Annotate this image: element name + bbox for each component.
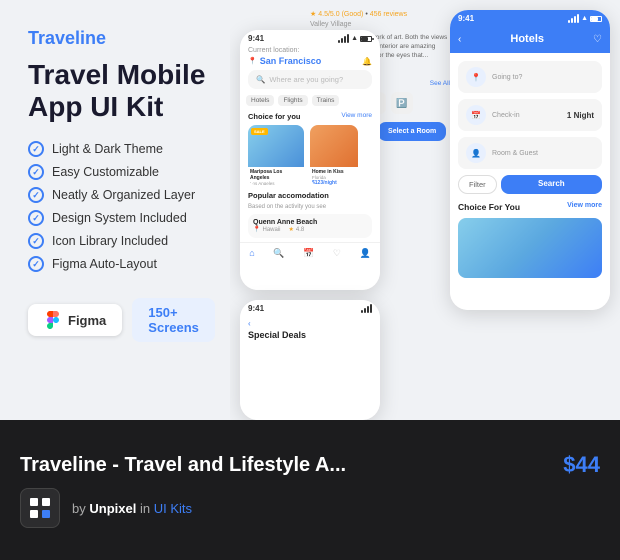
room-icon: 👤 xyxy=(466,143,486,163)
checkin-icon: 📅 xyxy=(466,105,486,125)
p1-pop-loc: 📍 Hawaii ★ 4.8 xyxy=(253,226,367,233)
p2-header: ‹ Hotels ♡ xyxy=(450,25,610,53)
info-rating: ★ 4.5/5.0 (Good) • 456 reviews xyxy=(310,10,450,18)
nav-profile-icon[interactable]: 👤 xyxy=(359,248,370,259)
select-room-button[interactable]: Select a Room xyxy=(378,122,446,141)
check-icon-2 xyxy=(28,164,44,180)
p2-room-guest[interactable]: 👤 Room & Guest xyxy=(458,137,602,169)
phone-3: 9:41 ‹ Special Deals xyxy=(240,300,380,420)
p1-popular-sub: Based on the activity you see xyxy=(240,204,380,214)
p1-popular-title: Popular accomodation xyxy=(240,191,380,204)
p1-card-1[interactable]: SALE Mariposa Los Angeles Los Angeles $3… xyxy=(248,125,304,185)
p1-card-2-price: $123/night xyxy=(312,180,356,185)
search-button[interactable]: Search xyxy=(501,175,602,194)
brand-name: Traveline xyxy=(28,28,206,49)
phone-1: 9:41 ▲ Current location: xyxy=(240,30,380,290)
product-price: $44 xyxy=(563,452,600,478)
bottom-author-row: by Unpixel in UI Kits xyxy=(20,488,600,528)
p3-content: ‹ Special Deals xyxy=(240,315,380,344)
features-list: Light & Dark Theme Easy Customizable Nea… xyxy=(28,141,206,272)
going-icon: 📍 xyxy=(466,67,486,87)
phone-2-status-bar: 9:41 ▲ xyxy=(450,10,610,25)
phone-2-screen: 9:41 ▲ ‹ xyxy=(450,10,610,310)
nav-home-icon[interactable]: ⌂ xyxy=(249,248,254,259)
product-title: Traveline - Travel and Lifestyle A... xyxy=(20,454,346,477)
p3-back-button[interactable]: ‹ xyxy=(248,319,372,328)
p1-tab-hotels[interactable]: Hotels xyxy=(246,95,274,106)
check-icon-4 xyxy=(28,210,44,226)
p2-section-title: Choice For You View more xyxy=(458,202,602,212)
screens-badge: 150+ Screens xyxy=(132,298,215,342)
phone-3-status-bar: 9:41 xyxy=(240,300,380,315)
bottom-bar: Traveline - Travel and Lifestyle A... $4… xyxy=(0,420,620,560)
nav-booking-icon[interactable]: 📅 xyxy=(303,248,314,259)
p1-tab-trains[interactable]: Trains xyxy=(312,95,340,106)
author-link[interactable]: Unpixel xyxy=(89,501,136,516)
feature-item-1: Light & Dark Theme xyxy=(28,141,206,157)
feature-item-4: Design System Included xyxy=(28,210,206,226)
feature-item-5: Icon Library Included xyxy=(28,233,206,249)
check-icon-3 xyxy=(28,187,44,203)
p1-card-1-info: Mariposa Los Angeles Los Angeles $378/ni… xyxy=(248,167,304,185)
info-village: Valley Village xyxy=(310,21,450,28)
right-panel: ★ 4.5/5.0 (Good) • 456 reviews Valley Vi… xyxy=(230,0,620,420)
nav-explore-icon[interactable]: 🔍 xyxy=(273,248,284,259)
parking-amenity-icon: 🅿️ xyxy=(391,92,413,114)
figma-badge: Figma xyxy=(28,304,122,336)
p1-location-label: Current location: xyxy=(240,45,380,56)
feature-item-2: Easy Customizable xyxy=(28,164,206,180)
app-title: Travel Mobile App UI Kit xyxy=(28,59,206,123)
nav-wishlist-icon[interactable]: ♡ xyxy=(333,248,341,259)
left-panel: Traveline Travel Mobile App UI Kit Light… xyxy=(0,0,230,420)
p3-title: Special Deals xyxy=(248,330,372,340)
check-icon-1 xyxy=(28,141,44,157)
filter-button[interactable]: Filter xyxy=(458,175,497,194)
p2-content: 📍 Going to? 📅 Check-in 1 Night xyxy=(450,53,610,286)
phone-1-screen: 9:41 ▲ Current location: xyxy=(240,30,380,290)
p2-status-icons: ▲ xyxy=(568,14,602,23)
p1-card-2[interactable]: Home in Kiss Florida $123/night xyxy=(310,125,358,185)
check-icon-5 xyxy=(28,233,44,249)
p1-card-1-name: Mariposa Los Angeles xyxy=(250,169,302,181)
figma-icon xyxy=(44,311,62,329)
p1-card-2-image xyxy=(310,125,358,167)
author-text: by Unpixel in UI Kits xyxy=(72,501,192,516)
p2-going-to[interactable]: 📍 Going to? xyxy=(458,61,602,93)
p1-city: 📍 San Francisco 🔔 xyxy=(240,56,380,70)
p1-card-1-image: SALE xyxy=(248,125,304,167)
feature-item-6: Figma Auto-Layout xyxy=(28,256,206,272)
phone-2: 9:41 ▲ ‹ xyxy=(450,10,610,310)
phone-1-status-bar: 9:41 ▲ xyxy=(240,30,380,45)
p1-card-2-info: Home in Kiss Florida $123/night xyxy=(310,167,358,185)
p1-card-1-loc: Los Angeles xyxy=(250,181,302,185)
bottom-title-row: Traveline - Travel and Lifestyle A... $4… xyxy=(20,452,600,478)
p1-bottom-nav: ⌂ 🔍 📅 ♡ 👤 xyxy=(240,242,380,262)
p2-hotel-card[interactable] xyxy=(458,218,602,278)
unpixel-svg-icon xyxy=(25,493,55,523)
p1-tab-flights[interactable]: Flights xyxy=(278,95,307,106)
status-icons: ▲ xyxy=(338,34,372,43)
p3-status-icons xyxy=(361,304,372,313)
feature-item-3: Neatly & Organized Layer xyxy=(28,187,206,203)
p1-pop-name: Quenn Anne Beach xyxy=(253,219,367,226)
p1-popular-card[interactable]: Quenn Anne Beach 📍 Hawaii ★ 4.8 xyxy=(248,214,372,238)
p1-search-bar[interactable]: 🔍 Where are you going? xyxy=(248,70,372,89)
author-logo xyxy=(20,488,60,528)
p2-filter-row: Filter Search xyxy=(458,175,602,194)
p1-cards: SALE Mariposa Los Angeles Los Angeles $3… xyxy=(240,125,380,191)
product-card: Traveline Travel Mobile App UI Kit Light… xyxy=(0,0,620,560)
preview-area: Traveline Travel Mobile App UI Kit Light… xyxy=(0,0,620,420)
p1-section-header: Choice for you View more xyxy=(240,112,380,125)
check-icon-6 xyxy=(28,256,44,272)
sale-badge: SALE xyxy=(251,128,268,135)
hotel-image xyxy=(458,218,602,278)
badges-row: Figma 150+ Screens xyxy=(28,298,206,342)
author-category[interactable]: UI Kits xyxy=(154,501,192,516)
p2-checkin[interactable]: 📅 Check-in 1 Night xyxy=(458,99,602,131)
p1-tabs: Hotels Flights Trains xyxy=(240,95,380,112)
phone-3-screen: 9:41 ‹ Special Deals xyxy=(240,300,380,420)
